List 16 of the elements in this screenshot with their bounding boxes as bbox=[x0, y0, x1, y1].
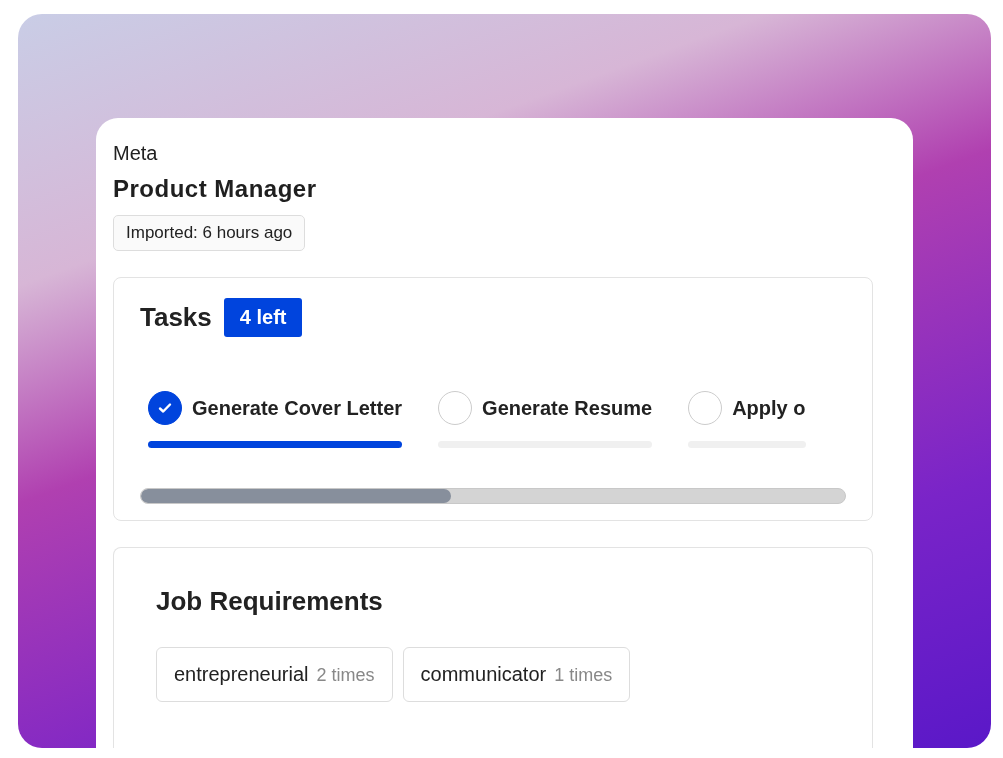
task-label[interactable]: Generate Resume bbox=[482, 396, 653, 420]
requirement-count: 1 times bbox=[554, 665, 613, 686]
tasks-heading: Tasks bbox=[140, 302, 212, 333]
tasks-left-badge: 4 left bbox=[223, 298, 303, 337]
task-label[interactable]: Generate Cover Letter bbox=[192, 396, 403, 420]
task-label[interactable]: Apply o bbox=[732, 396, 806, 420]
company-name: Meta bbox=[113, 142, 159, 165]
imported-tag: Imported: 6 hours ago bbox=[113, 215, 306, 251]
requirement-label: entrepreneurial bbox=[174, 663, 309, 686]
empty-circle-icon[interactable] bbox=[438, 391, 473, 425]
job-title: Product Manager bbox=[113, 175, 318, 203]
requirement-label: communicator bbox=[420, 663, 547, 686]
check-circle-icon[interactable] bbox=[148, 391, 182, 425]
requirements-heading: Job Requirements bbox=[156, 586, 384, 617]
empty-circle-icon[interactable] bbox=[688, 391, 723, 425]
requirement-count: 2 times bbox=[316, 665, 375, 686]
